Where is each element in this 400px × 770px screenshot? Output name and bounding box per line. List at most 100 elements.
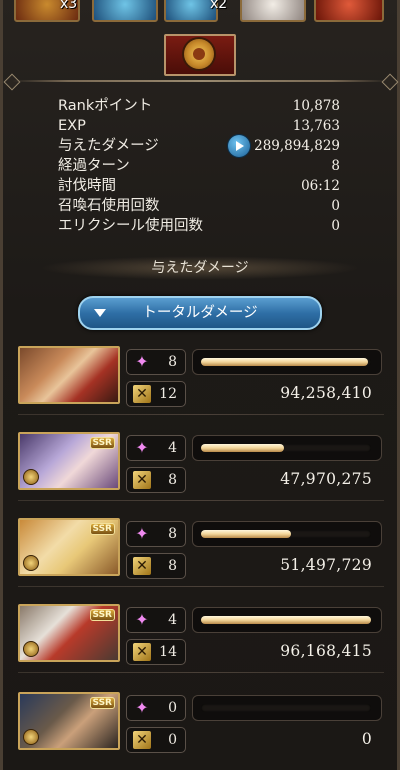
stat-label: 召喚石使用回数 [58,198,160,214]
stat-value: 13,763 [292,118,340,134]
damage-bar [192,521,382,547]
stat-rank-points: Rankポイント 10,878 [58,96,340,116]
stat-exp: EXP 13,763 [58,116,340,136]
chevron-down-icon [94,309,106,317]
stat-label: 討伐時間 [58,178,116,194]
treasure-drop-box[interactable] [164,34,236,76]
skill-count-value: 8 [168,354,177,370]
skill-count: ✦ 4 [126,435,186,461]
character-portrait[interactable]: SSR [18,432,120,490]
medal-icon [184,39,214,69]
row-divider [18,414,384,415]
damage-value: 96,168,415 [280,642,372,660]
stat-value: 0 [331,198,340,214]
stat-value: 8 [331,158,340,174]
row-divider [18,500,384,501]
stat-damage-dealt: 与えたダメージ 289,894,829 [58,135,340,157]
stat-summon-uses: 召喚石使用回数 0 [58,196,340,216]
divider-cap-right [381,73,399,91]
stat-elixir-uses: エリクシール使用回数 0 [58,216,340,236]
crossed-swords-icon: ✕ [133,385,151,403]
stat-label: 与えたダメージ [58,138,159,154]
drop-item-4[interactable] [240,0,306,22]
total-damage-label: トータルダメージ [142,305,258,321]
damage-bar [192,607,382,633]
drop-item-5[interactable] [314,0,384,22]
damage-bar-fill [201,616,371,624]
damage-bar [192,349,382,375]
stat-label: 経過ターン [58,158,130,174]
sparkle-icon: ✦ [135,524,149,543]
drop-items-strip: x3 x2 [0,0,400,22]
character-row: SSR ✦ 4 ✕ 14 96,168,415 [18,604,384,673]
damage-bar-fill [201,444,285,452]
character-row: SSR ✦ 4 ✕ 8 47,970,275 [18,432,384,501]
sparkle-icon: ✦ [135,438,149,457]
character-portrait[interactable]: SSR [18,518,120,576]
character-row: SSR ✦ 0 ✕ 0 0 [18,692,384,760]
sparkle-icon: ✦ [135,352,149,371]
damage-value: 47,970,275 [280,470,372,488]
element-icon [23,729,39,745]
damage-bar [192,435,382,461]
element-icon [23,641,39,657]
battle-stats: Rankポイント 10,878 EXP 13,763 与えたダメージ 289,8… [58,96,340,236]
character-portrait[interactable]: SSR [18,604,120,662]
stat-turns: 経過ターン 8 [58,156,340,176]
damage-value: 0 [361,730,372,748]
attack-count: ✕ 14 [126,639,186,665]
rarity-badge: SSR [89,609,115,621]
attack-count-value: 0 [168,732,177,748]
damage-value: 94,258,410 [280,384,372,402]
row-divider [18,586,384,587]
damage-bar-track [201,616,371,624]
skill-count-value: 4 [168,440,177,456]
skill-count: ✦ 4 [126,607,186,633]
attack-count: ✕ 12 [126,381,186,407]
attack-count-value: 8 [168,558,177,574]
damage-section-header: 与えたダメージ [40,256,360,280]
damage-bar-fill [201,530,292,538]
attack-count-value: 14 [159,644,177,660]
rarity-badge: SSR [89,437,115,449]
crossed-swords-icon: ✕ [133,731,151,749]
damage-bar-track [201,358,371,366]
crossed-swords-icon: ✕ [133,557,151,575]
play-icon[interactable] [228,135,250,157]
sparkle-icon: ✦ [135,698,149,717]
character-row: ✦ 8 ✕ 12 94,258,410 [18,346,384,415]
stat-label: EXP [58,118,86,134]
stat-value: 289,894,829 [254,138,340,154]
sparkle-icon: ✦ [135,610,149,629]
divider-cap-left [3,73,21,91]
leader-portrait[interactable] [18,346,120,404]
element-icon [23,555,39,571]
damage-bar-track [201,530,371,538]
drop-item-2[interactable] [92,0,158,22]
skill-count: ✦ 8 [126,349,186,375]
attack-count: ✕ 0 [126,727,186,753]
skill-count-value: 0 [168,700,177,716]
damage-value: 51,497,729 [280,556,372,574]
skill-count: ✦ 8 [126,521,186,547]
damage-bar-track [201,444,371,452]
damage-bar [192,695,382,721]
character-portrait[interactable]: SSR [18,692,120,750]
total-damage-dropdown[interactable]: トータルダメージ [78,296,322,330]
rarity-badge: SSR [89,523,115,535]
row-divider [18,672,384,673]
rarity-badge: SSR [89,697,115,709]
skill-count-value: 8 [168,526,177,542]
drop-item-3-count: x2 [210,0,228,12]
section-divider [12,80,388,82]
damage-bar-fill [201,358,368,366]
stat-value: 06:12 [301,178,340,194]
stat-clear-time: 討伐時間 06:12 [58,176,340,196]
character-row: SSR ✦ 8 ✕ 8 51,497,729 [18,518,384,587]
stat-label: Rankポイント [58,98,153,114]
stat-label: エリクシール使用回数 [58,218,203,234]
crossed-swords-icon: ✕ [133,643,151,661]
attack-count: ✕ 8 [126,553,186,579]
attack-count-value: 12 [159,386,177,402]
attack-count-value: 8 [168,472,177,488]
